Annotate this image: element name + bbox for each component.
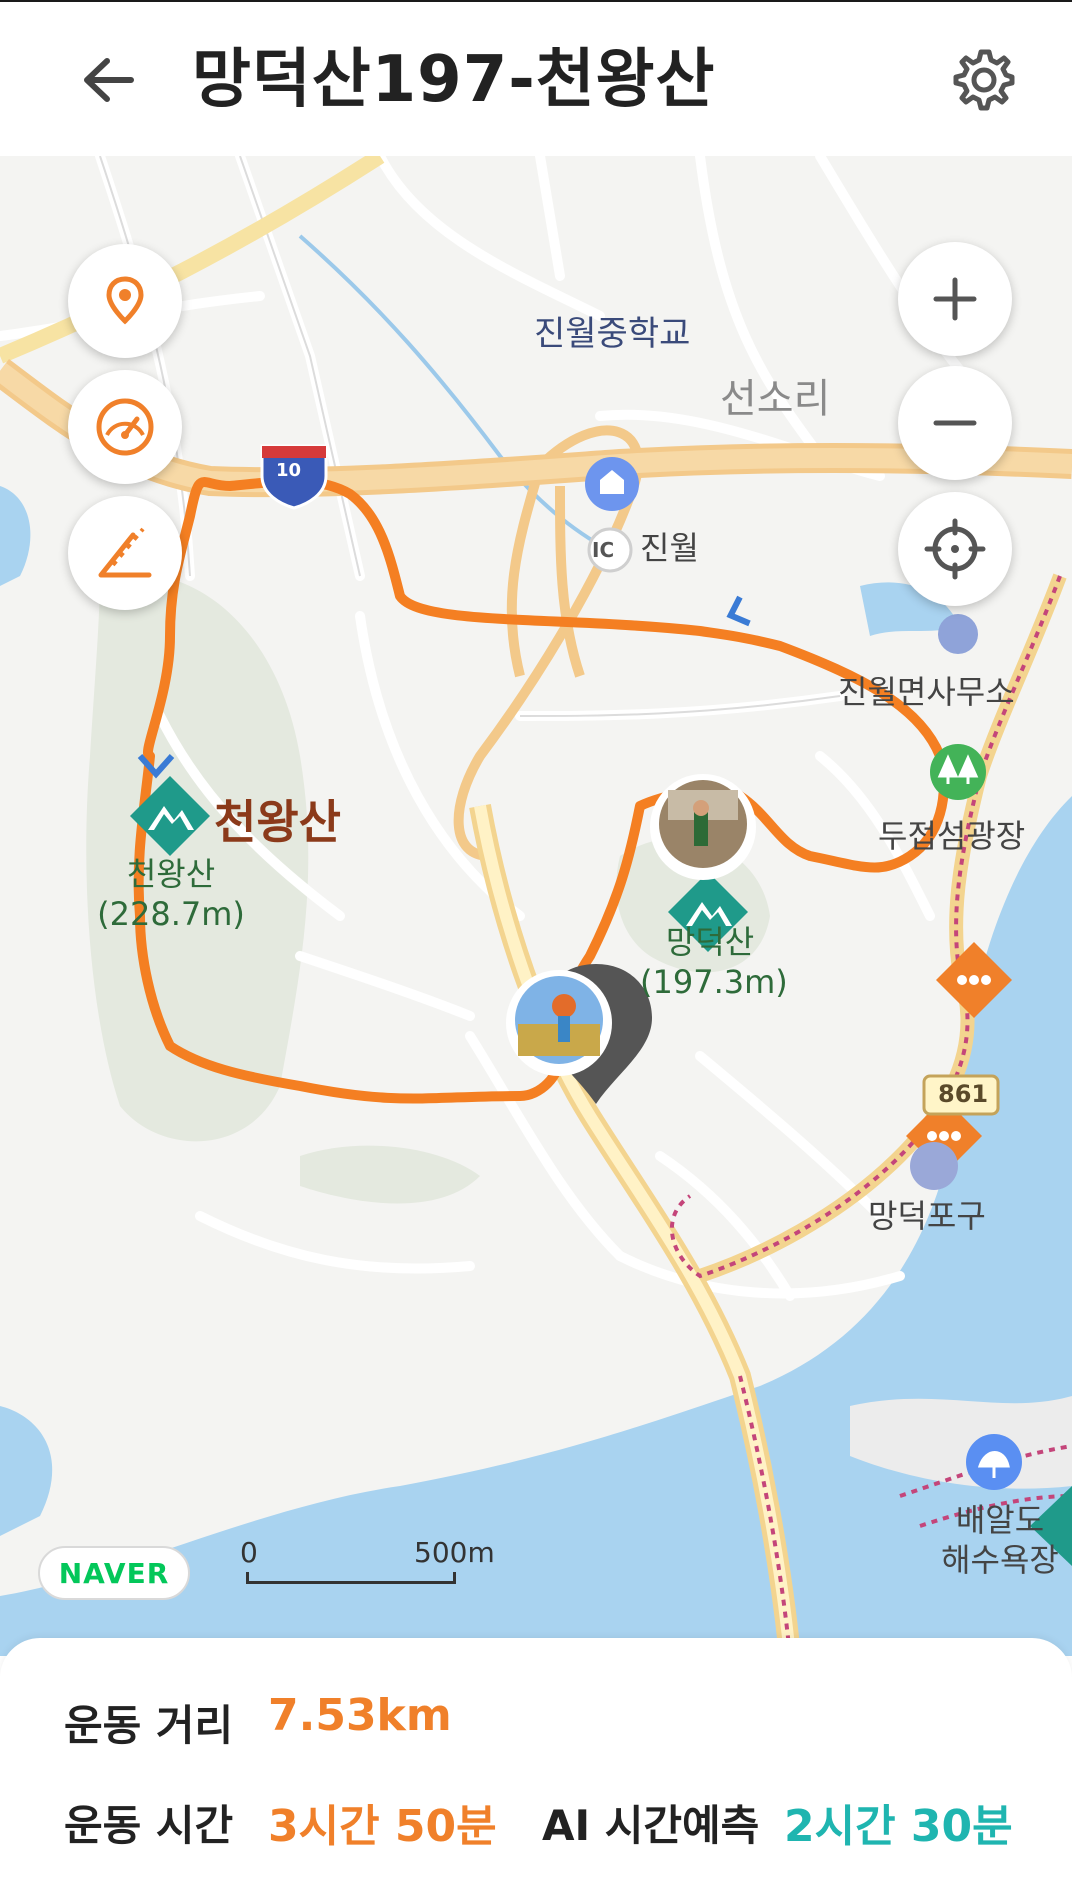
beach-name-line2: 해수욕장 (941, 1541, 1059, 1579)
map-view[interactable]: 진월중학교 선소리 IC 진월 10 진월면사무소 두접섬광장 천왕산 천왕산 … (0, 156, 1072, 1656)
peak2-name: 망덕산 (665, 923, 755, 961)
minus-icon (933, 420, 977, 426)
photo-marker-peak[interactable] (648, 772, 758, 882)
zoom-out-button[interactable] (898, 366, 1012, 480)
location-button[interactable] (68, 244, 182, 358)
app-header: 망덕산197-천왕산 (0, 0, 1072, 156)
distance-label: 운동 거리 (64, 1701, 234, 1750)
speedometer-icon (96, 398, 154, 456)
slope-button[interactable] (68, 496, 182, 610)
settings-button[interactable] (944, 40, 1024, 120)
gear-icon (953, 49, 1015, 111)
naver-logo: NAVER (38, 1546, 190, 1600)
slope-icon (98, 527, 152, 578)
distance-value: 7.53km (268, 1690, 452, 1741)
back-button[interactable] (62, 38, 152, 122)
stats-panel: 운동 거리 7.53km 운동 시간 3시간 50분 AI 시간예측 2시간 3… (0, 1638, 1072, 1896)
map-label-ic: 진월 (640, 529, 699, 567)
peak1-height: (228.7m) (97, 895, 245, 933)
road-number: 861 (938, 1080, 989, 1108)
zoom-in-button[interactable] (898, 242, 1012, 356)
scale-zero: 0 (240, 1536, 258, 1569)
scale-bar: 0 500m (236, 1536, 496, 1596)
arrow-left-icon (84, 58, 134, 102)
time-value: 3시간 50분 (268, 1801, 497, 1852)
page-title: 망덕산197-천왕산 (192, 43, 716, 117)
map-label-beach: 배알도 해수욕장 (930, 1500, 1070, 1580)
map-label-port: 망덕포구 (868, 1197, 986, 1235)
peak-name-large: 천왕산 (214, 795, 341, 849)
ic-badge: IC (592, 538, 615, 562)
map-label-village: 선소리 (720, 376, 831, 422)
scale-line (246, 1572, 456, 1584)
speed-button[interactable] (68, 370, 182, 484)
ai-label: AI 시간예측 (542, 1801, 760, 1850)
peak2-label: 망덕산 (197.3m) (640, 922, 788, 1002)
peak1-label: 천왕산 (228.7m) (96, 854, 246, 934)
highway-shield-number: 10 (276, 460, 302, 481)
peak1-small-name: 천왕산 (126, 855, 216, 893)
crosshair-icon (924, 518, 986, 580)
ai-value: 2시간 30분 (784, 1801, 1013, 1852)
time-label: 운동 시간 (64, 1801, 234, 1850)
map-label-office: 진월면사무소 (838, 673, 1015, 711)
peak2-height: (197.3m) (640, 963, 788, 1001)
scale-max: 500m (414, 1536, 495, 1569)
map-label-school: 진월중학교 (534, 314, 691, 354)
gps-button[interactable] (898, 492, 1012, 606)
map-pin-icon (106, 276, 144, 325)
photo-thumbnail-icon (650, 774, 756, 880)
map-label-plaza: 두접섬광장 (878, 817, 1026, 855)
photo-marker-trailhead[interactable] (504, 968, 614, 1078)
photo-thumbnail-icon (506, 970, 612, 1076)
plus-icon (933, 277, 977, 321)
beach-name-line1: 배알도 (955, 1501, 1045, 1539)
